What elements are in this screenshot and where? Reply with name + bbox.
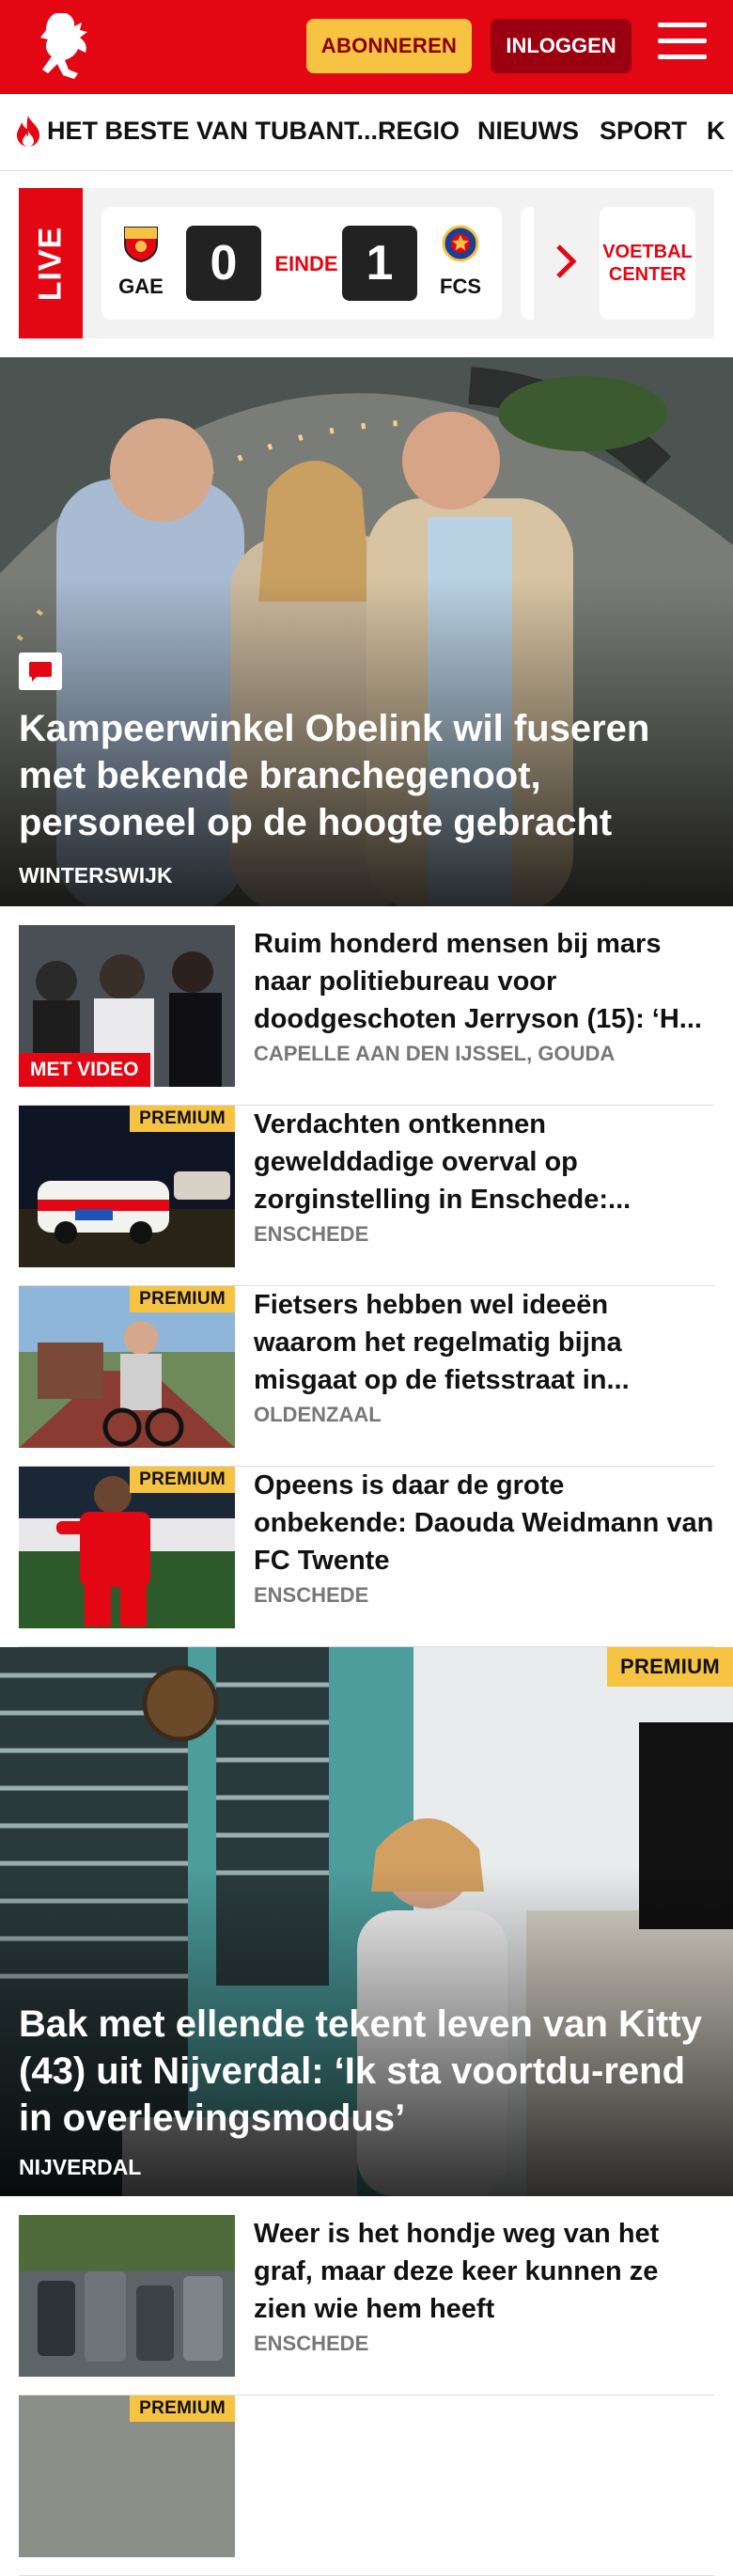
article-title: Opeens is daar de grote onbekende: Daoud… <box>254 1470 714 1576</box>
premium-badge: PREMIUM <box>130 1286 235 1312</box>
article-thumbnail: PREMIUM <box>19 1106 235 1267</box>
live-tag: LIVE <box>19 188 83 338</box>
list-item[interactable]: PREMIUM Verdachten ontkennen gewelddadig… <box>19 1106 714 1286</box>
premium-badge: PREMIUM <box>130 2395 235 2422</box>
chevron-right-icon[interactable] <box>554 243 579 280</box>
article-location: ENSCHEDE <box>254 2332 369 2355</box>
fcsb-crest-icon <box>442 225 479 262</box>
nav-item-more[interactable]: K <box>707 117 725 146</box>
nav-item-nieuws[interactable]: NIEUWS <box>477 117 579 146</box>
article-thumbnail <box>19 2215 235 2377</box>
article-thumbnail: PREMIUM <box>19 1467 235 1628</box>
hero-title: Kampeerwinkel Obelink wil fuseren met be… <box>19 708 650 843</box>
article-thumbnail: PREMIUM <box>19 2395 235 2557</box>
hero-article-premium[interactable]: PREMIUM Bak met ellende tekent leven van… <box>0 1647 733 2196</box>
article-thumbnail: PREMIUM <box>19 1286 235 1448</box>
list-item[interactable]: PREMIUM <box>19 2395 714 2576</box>
premium-badge: PREMIUM <box>130 1106 235 1132</box>
live-score-strip: LIVE GAE 0 EINDE 1 FCS VOETBAL CENTER <box>19 188 714 338</box>
nav-item-sport[interactable]: SPORT <box>600 117 687 146</box>
away-team: FCS <box>432 224 489 299</box>
video-badge: MET VIDEO <box>19 1053 150 1087</box>
hero-title: Bak met ellende tekent leven van Kitty (… <box>19 2003 702 2139</box>
section-nav: HET BESTE VAN TUBANT... REGIO NIEUWS SPO… <box>0 94 733 171</box>
flame-icon <box>17 116 39 147</box>
list-item[interactable]: Weer is het hondje weg van het graf, maa… <box>19 2215 714 2395</box>
comment-icon <box>19 652 62 690</box>
premium-badge: PREMIUM <box>607 1647 733 1687</box>
tubantia-horse-logo[interactable] <box>34 9 100 85</box>
hamburger-icon[interactable] <box>658 23 707 70</box>
login-button[interactable]: INLOGGEN <box>491 19 632 73</box>
article-title: Fietsers hebben wel ideeën waarom het re… <box>254 1290 630 1395</box>
hero-article[interactable]: Kampeerwinkel Obelink wil fuseren met be… <box>0 357 733 906</box>
list-item[interactable]: MET VIDEO Ruim honderd mensen bij mars n… <box>19 925 714 1106</box>
next-match-card[interactable] <box>521 207 534 320</box>
article-thumbnail: MET VIDEO <box>19 925 235 1087</box>
article-location: ENSCHEDE <box>254 1222 369 1246</box>
list-item[interactable]: PREMIUM Opeens is daar de grote onbekend… <box>19 1467 714 1647</box>
list-item[interactable]: PREMIUM Fietsers hebben wel ideeën waaro… <box>19 1286 714 1467</box>
hero-kicker: WINTERSWIJK <box>19 863 173 887</box>
nav-item-regio[interactable]: REGIO <box>378 117 460 146</box>
article-location: ENSCHEDE <box>254 1583 369 1607</box>
subscribe-button[interactable]: ABONNEREN <box>306 19 472 73</box>
match-status: EINDE <box>274 252 338 275</box>
home-score: 0 <box>186 226 261 301</box>
voetbal-center-button[interactable]: VOETBAL CENTER <box>600 207 695 320</box>
article-title: Weer is het hondje weg van het graf, maa… <box>254 2219 660 2324</box>
premium-badge: PREMIUM <box>130 1467 235 1493</box>
go-ahead-eagles-crest-icon <box>124 227 158 263</box>
article-location: OLDENZAAL <box>254 1403 382 1426</box>
home-team: GAE <box>113 224 169 299</box>
article-location: CAPELLE AAN DEN IJSSEL, GOUDA <box>254 1042 616 1065</box>
article-title: Verdachten ontkennen gewelddadige overva… <box>254 1109 632 1215</box>
article-title: Ruim honderd mensen bij mars naar politi… <box>254 929 702 1034</box>
top-bar: ABONNEREN INLOGGEN <box>0 0 733 94</box>
nav-item-best-of[interactable]: HET BESTE VAN TUBANT... <box>47 117 378 146</box>
away-score: 1 <box>342 226 417 301</box>
match-card[interactable]: GAE 0 EINDE 1 FCS <box>101 207 502 320</box>
hero-kicker: NIJVERDAL <box>19 2155 142 2179</box>
